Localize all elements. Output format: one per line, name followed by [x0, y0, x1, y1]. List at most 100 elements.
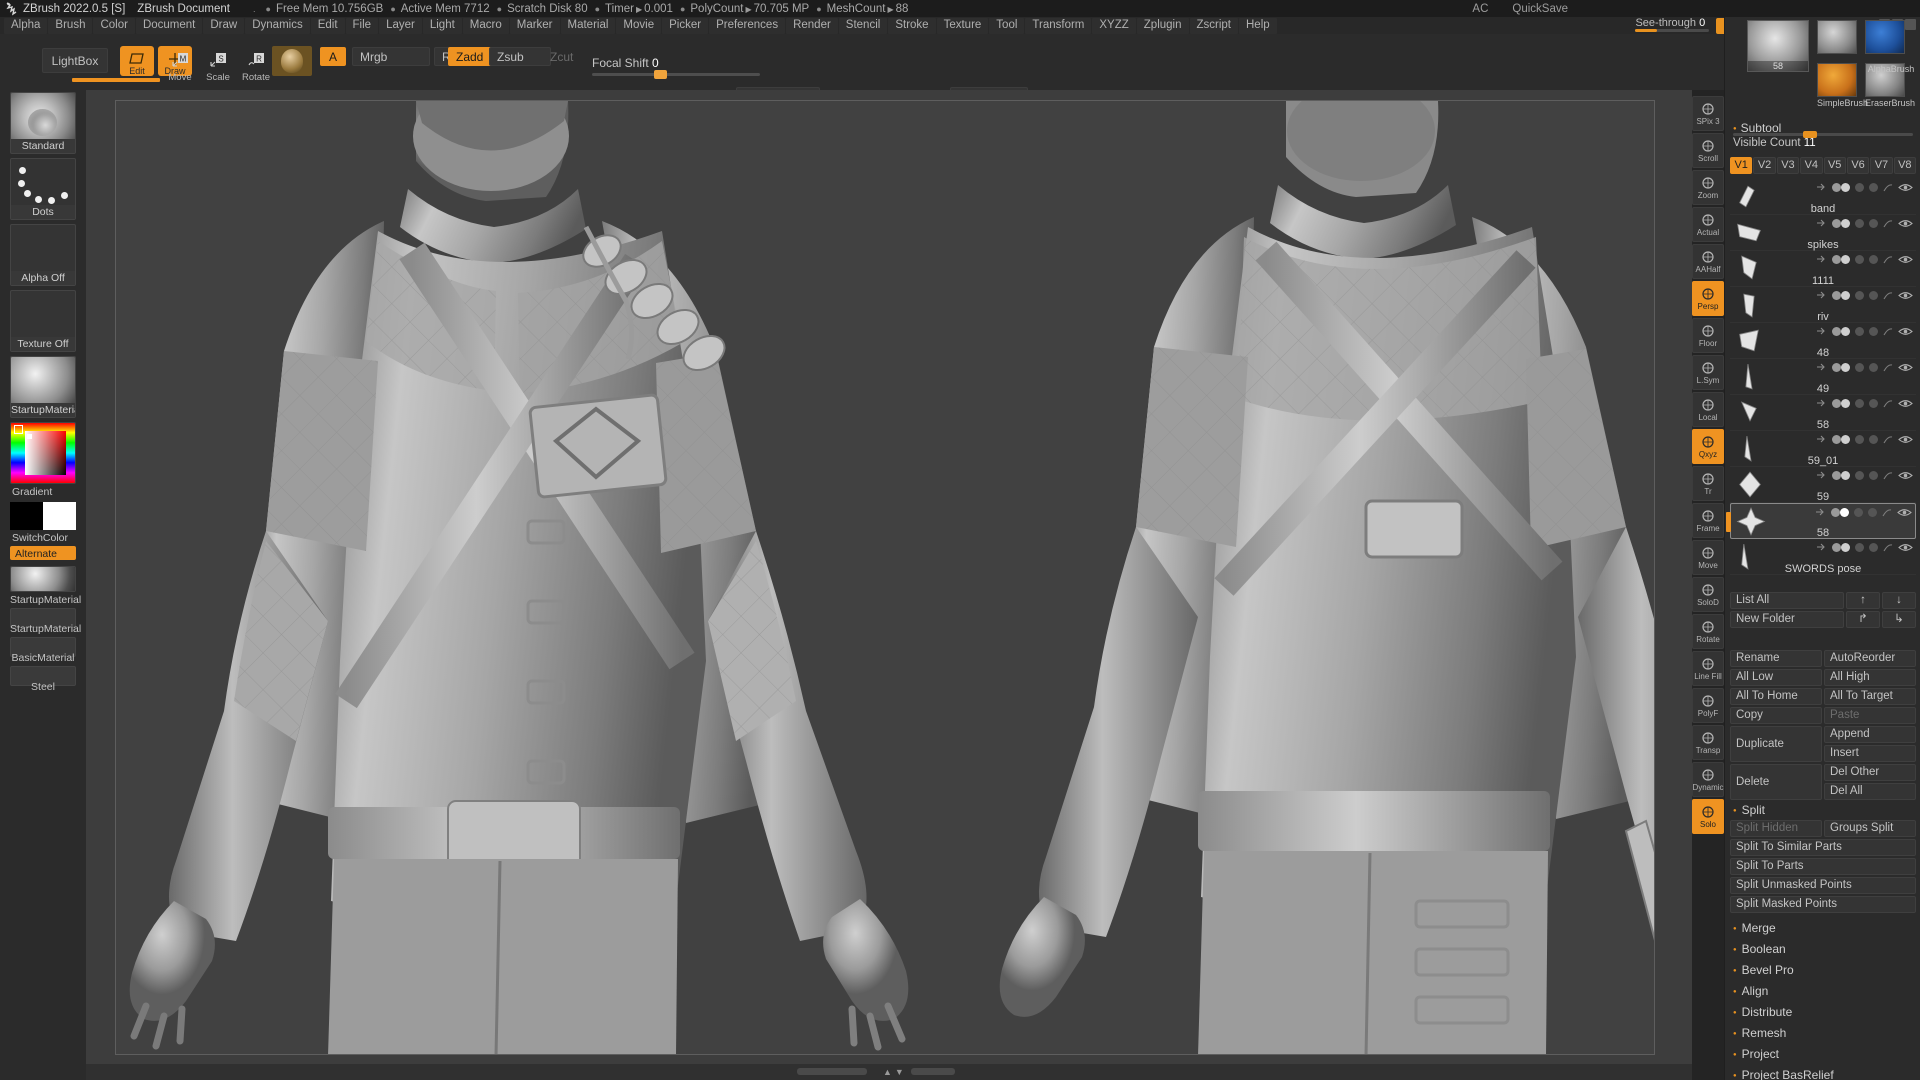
menu-item-brush[interactable]: Brush — [48, 17, 93, 34]
frame-icon[interactable]: Frame — [1692, 503, 1724, 538]
subtool-row[interactable]: 59_01 — [1730, 431, 1916, 467]
view-tab-v6[interactable]: V6 — [1846, 157, 1870, 174]
subtool-toggles[interactable] — [1816, 363, 1913, 372]
canvas-frame[interactable] — [115, 100, 1655, 1055]
view-tab-v8[interactable]: V8 — [1893, 157, 1916, 174]
subtool-toggles[interactable] — [1816, 255, 1913, 264]
current-tool-thumbnail[interactable]: 58 — [1747, 20, 1809, 72]
all-high-button[interactable]: All High — [1824, 669, 1916, 686]
lsym-icon[interactable]: L.Sym — [1692, 355, 1724, 390]
menu-item-zplugin[interactable]: Zplugin — [1136, 17, 1189, 34]
current-brush-cell[interactable]: Standard — [10, 92, 76, 154]
menu-item-picker[interactable]: Picker — [662, 17, 709, 34]
menu-item-macro[interactable]: Macro — [462, 17, 509, 34]
menu-item-zscript[interactable]: Zscript — [1189, 17, 1238, 34]
move-in-button[interactable]: ↳ — [1882, 611, 1916, 628]
paste-button[interactable]: Paste — [1824, 707, 1916, 724]
horizontal-scrollbar[interactable] — [797, 1068, 867, 1075]
split-section-title[interactable]: Split — [1725, 799, 1920, 820]
focal-shift-slider[interactable] — [592, 70, 760, 79]
subtool-row[interactable]: band — [1730, 179, 1916, 215]
menu-item-xyzz[interactable]: XYZZ — [1092, 17, 1136, 34]
insert-button[interactable]: Insert — [1824, 745, 1916, 762]
menu-item-edit[interactable]: Edit — [310, 17, 345, 34]
switch-color-swatches[interactable] — [10, 502, 76, 530]
project-section-title[interactable]: Project — [1725, 1043, 1920, 1064]
all-low-button[interactable]: All Low — [1730, 669, 1822, 686]
scroll-arrows-icon[interactable]: ▲▼ — [883, 1067, 907, 1077]
subtool-row[interactable]: 1111 — [1730, 251, 1916, 287]
subtool-toggles[interactable] — [1816, 435, 1913, 444]
menu-item-preferences[interactable]: Preferences — [709, 17, 786, 34]
transp-icon[interactable]: Tr — [1692, 466, 1724, 501]
qxyz-icon[interactable]: Qxyz — [1692, 429, 1724, 464]
delete-button[interactable]: Delete — [1730, 764, 1822, 800]
menu-item-draw[interactable]: Draw — [203, 17, 245, 34]
lightbox-button[interactable]: LightBox — [42, 48, 108, 73]
move-icon[interactable]: M Move — [168, 48, 192, 83]
menu-item-alpha[interactable]: Alpha — [4, 17, 48, 34]
line-fill-icon[interactable]: Line Fill — [1692, 651, 1724, 686]
aahalf-icon[interactable]: AAHalf — [1692, 244, 1724, 279]
subtool-toggles[interactable] — [1816, 471, 1913, 480]
view-tab-v5[interactable]: V5 — [1823, 157, 1846, 174]
brush-simple[interactable] — [1817, 20, 1857, 54]
subtool-toggles[interactable] — [1816, 543, 1913, 552]
solo-icon[interactable]: Solo — [1692, 799, 1724, 834]
del-other-button[interactable]: Del Other — [1824, 764, 1916, 781]
distribute-section-title[interactable]: Distribute — [1725, 1001, 1920, 1022]
transparency-icon[interactable]: Transp — [1692, 725, 1724, 760]
view-tab-v7[interactable]: V7 — [1870, 157, 1893, 174]
all-to-target-button[interactable]: All To Target — [1824, 688, 1916, 705]
rotate-icon[interactable]: Rotate — [1692, 614, 1724, 649]
alternate-button[interactable]: Alternate — [10, 546, 76, 560]
bevel-pro-section-title[interactable]: Bevel Pro — [1725, 959, 1920, 980]
all-to-home-button[interactable]: All To Home — [1730, 688, 1822, 705]
see-through-slider[interactable]: See-through 0 — [1635, 17, 1710, 33]
panel-icon-3[interactable] — [1905, 19, 1916, 30]
new-folder-button[interactable]: New Folder — [1730, 611, 1844, 628]
view-tab-v4[interactable]: V4 — [1800, 157, 1823, 174]
menu-item-marker[interactable]: Marker — [509, 17, 560, 34]
rotate-icon[interactable]: R Rotate — [242, 48, 270, 83]
menu-item-help[interactable]: Help — [1239, 17, 1277, 34]
subtool-row[interactable]: 58 — [1730, 395, 1916, 431]
scroll-icon[interactable]: Scroll — [1692, 133, 1724, 168]
menu-item-file[interactable]: File — [345, 17, 379, 34]
remesh-section-title[interactable]: Remesh — [1725, 1022, 1920, 1043]
menu-item-document[interactable]: Document — [135, 17, 203, 34]
edit-button[interactable]: Edit — [120, 46, 154, 76]
groups-split-button[interactable]: Groups Split — [1824, 820, 1916, 837]
subtool-toggles[interactable] — [1816, 291, 1913, 300]
merge-section-title[interactable]: Merge — [1725, 917, 1920, 938]
list-all-button[interactable]: List All — [1730, 592, 1844, 609]
floor-icon[interactable]: Floor — [1692, 318, 1724, 353]
subtool-toggles[interactable] — [1816, 183, 1913, 192]
menu-item-stencil[interactable]: Stencil — [838, 17, 888, 34]
split-to-similar-parts-button[interactable]: Split To Similar Parts — [1730, 839, 1916, 856]
subtool-row[interactable]: 58 — [1726, 503, 1916, 539]
current-texture-cell[interactable]: Texture Off — [10, 290, 76, 352]
subtool-toggles[interactable] — [1815, 508, 1912, 517]
persp-icon[interactable]: Persp — [1692, 281, 1724, 316]
horizontal-scrollbar-2[interactable] — [911, 1068, 955, 1075]
mrgb-button[interactable]: Mrgb — [352, 47, 430, 66]
zoom-icon[interactable]: Zoom — [1692, 170, 1724, 205]
material-slot-1[interactable] — [10, 566, 76, 592]
current-alpha-cell[interactable]: Alpha Off — [10, 224, 76, 286]
menu-item-texture[interactable]: Texture — [936, 17, 989, 34]
local-icon[interactable]: Local — [1692, 392, 1724, 427]
sphere-icon[interactable]: SPix 3 — [1692, 96, 1724, 131]
subtool-row[interactable]: SWORDS pose — [1730, 539, 1916, 575]
menu-item-render[interactable]: Render — [786, 17, 838, 34]
copy-button[interactable]: Copy — [1730, 707, 1822, 724]
subtool-toggles[interactable] — [1816, 399, 1913, 408]
subtool-row[interactable]: riv — [1730, 287, 1916, 323]
split-masked-points-button[interactable]: Split Masked Points — [1730, 896, 1916, 913]
move-down-button[interactable]: ↓ — [1882, 592, 1916, 609]
zsub-button[interactable]: Zsub — [489, 47, 551, 66]
current-stroke-cell[interactable]: Dots — [10, 158, 76, 220]
solo-dynamic-icon[interactable]: SoloD — [1692, 577, 1724, 612]
sculpt-model[interactable] — [116, 101, 1654, 1054]
zcut-button[interactable]: Zcut — [543, 47, 595, 66]
